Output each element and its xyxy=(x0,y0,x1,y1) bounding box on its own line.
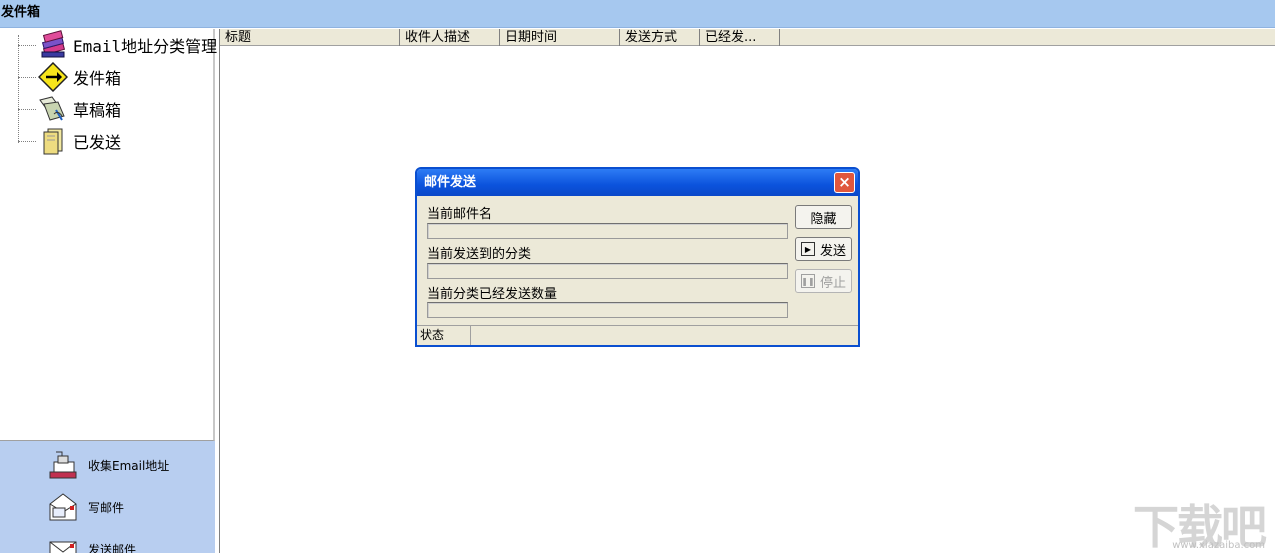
tree-item-address-categories[interactable]: Email地址分类管理 xyxy=(18,29,217,61)
hide-button-label: 隐藏 xyxy=(810,211,837,227)
address-book-icon xyxy=(36,29,70,61)
sent-folder-icon xyxy=(36,125,70,157)
pause-icon: ❚❚ xyxy=(800,274,815,288)
tree-item-label: 发件箱 xyxy=(73,69,122,88)
current-mail-label: 当前邮件名 xyxy=(427,207,493,222)
status-value xyxy=(471,326,858,345)
dialog-title: 邮件发送 xyxy=(424,175,477,190)
collect-email-button[interactable]: 收集Email地址 xyxy=(44,445,169,485)
shortcut-label: 写邮件 xyxy=(88,500,125,515)
send-button[interactable]: ▶ 发送 xyxy=(795,237,852,261)
folder-tree: Email地址分类管理 发件箱 草稿箱 已发送 xyxy=(0,29,217,441)
tree-item-label: 草稿箱 xyxy=(73,101,122,120)
hide-button[interactable]: 隐藏 xyxy=(795,205,852,229)
watermark-url: www.xiazaiba.com xyxy=(1172,540,1265,551)
close-button[interactable]: × xyxy=(834,172,855,193)
tree-item-outbox[interactable]: 发件箱 xyxy=(18,61,121,93)
column-header-sent[interactable]: 已经发... xyxy=(700,29,780,46)
outbox-arrow-icon xyxy=(36,61,70,93)
list-header: 标题 收件人描述 日期时间 发送方式 已经发... xyxy=(220,29,1275,46)
send-button-label: 发送 xyxy=(819,243,846,259)
dialog-title-bar[interactable]: 邮件发送 × xyxy=(417,169,858,196)
current-category-label: 当前发送到的分类 xyxy=(427,247,532,262)
dialog-status-bar: 状态 xyxy=(417,325,858,345)
stop-button-label: 停止 xyxy=(819,275,846,291)
column-header-recipient[interactable]: 收件人描述 xyxy=(400,29,500,46)
compose-mail-icon xyxy=(44,489,82,525)
compose-mail-button[interactable]: 写邮件 xyxy=(44,487,124,527)
shortcut-panel: 收集Email地址 写邮件 发送邮件 xyxy=(0,441,215,553)
shortcut-label: 发送邮件 xyxy=(88,542,137,553)
tree-item-label: Email地址分类管理 xyxy=(73,37,218,56)
tree-item-sent[interactable]: 已发送 xyxy=(18,125,121,157)
column-header-datetime[interactable]: 日期时间 xyxy=(500,29,620,46)
watermark-logo: 下载吧 www.xiazaiba.com xyxy=(1129,491,1269,553)
column-header-send-method[interactable]: 发送方式 xyxy=(620,29,700,46)
status-label: 状态 xyxy=(417,326,471,345)
sent-count-field xyxy=(427,302,788,318)
window-title: 发件箱 xyxy=(1,5,41,20)
tree-item-drafts[interactable]: 草稿箱 xyxy=(18,93,121,125)
close-icon: × xyxy=(838,173,851,191)
current-category-field xyxy=(427,263,788,279)
column-header-subject[interactable]: 标题 xyxy=(220,29,400,46)
play-icon: ▶ xyxy=(800,242,815,256)
send-mail-button[interactable]: 发送邮件 xyxy=(44,529,136,553)
drafts-icon xyxy=(36,93,70,125)
send-mail-icon xyxy=(44,531,82,553)
send-mail-dialog: 邮件发送 × 当前邮件名 当前发送到的分类 当前分类已经发送数量 隐藏 ▶ 发送… xyxy=(415,167,860,347)
collect-email-icon xyxy=(44,447,82,483)
dialog-body: 当前邮件名 当前发送到的分类 当前分类已经发送数量 隐藏 ▶ 发送 ❚❚ 停止 xyxy=(417,196,858,325)
tree-item-label: 已发送 xyxy=(73,133,122,152)
current-mail-field xyxy=(427,223,788,239)
stop-button[interactable]: ❚❚ 停止 xyxy=(795,269,852,293)
window-title-bar: 发件箱 xyxy=(0,0,1275,28)
sent-count-label: 当前分类已经发送数量 xyxy=(427,287,558,302)
shortcut-label: 收集Email地址 xyxy=(88,458,170,473)
